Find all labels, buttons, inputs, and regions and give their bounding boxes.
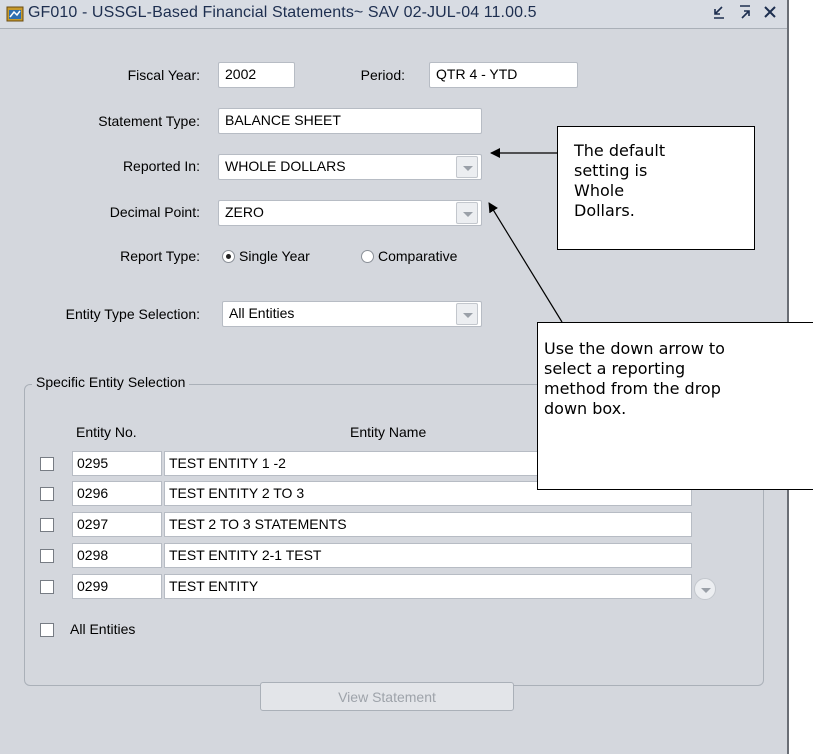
view-statement-button[interactable]: View Statement [260, 682, 514, 711]
entity-type-label: Entity Type Selection: [65, 306, 200, 322]
down-arrow-callout: Use the down arrow to select a reporting… [537, 322, 813, 490]
fiscal-year-field[interactable]: 2002 [218, 62, 295, 88]
table-row: 0297 TEST 2 TO 3 STATEMENTS [40, 512, 740, 538]
period-label: Period: [360, 67, 405, 83]
entity-no-cell[interactable]: 0298 [72, 543, 162, 568]
reported-in-dropdown-icon[interactable] [456, 156, 478, 178]
row-checkbox[interactable] [40, 580, 54, 594]
maximize-icon[interactable] [737, 3, 753, 27]
report-type-label: Report Type: [120, 248, 200, 264]
decimal-point-dropdown-icon[interactable] [456, 202, 478, 224]
close-icon[interactable] [762, 3, 778, 27]
entity-no-column-header: Entity No. [76, 424, 137, 440]
all-entities-checkbox[interactable] [40, 623, 54, 637]
period-field[interactable]: QTR 4 - YTD [429, 62, 578, 88]
entity-type-dropdown-icon[interactable] [456, 303, 478, 325]
comparative-radio[interactable] [361, 250, 374, 263]
row-checkbox[interactable] [40, 549, 54, 563]
entity-no-cell[interactable]: 0295 [72, 451, 162, 476]
entity-no-cell[interactable]: 0297 [72, 512, 162, 537]
title-bar: GF010 - USSGL-Based Financial Statements… [0, 0, 787, 29]
default-setting-callout: The default setting is Whole Dollars. [557, 126, 755, 250]
reported-in-select[interactable]: WHOLE DOLLARS [218, 154, 482, 180]
statement-type-field[interactable]: BALANCE SHEET [218, 108, 482, 134]
comparative-label: Comparative [378, 248, 458, 264]
window-title: GF010 - USSGL-Based Financial Statements… [28, 4, 537, 21]
specific-entity-group-title: Specific Entity Selection [32, 374, 190, 390]
scroll-down-icon[interactable] [694, 578, 716, 600]
entity-no-cell[interactable]: 0296 [72, 481, 162, 506]
decimal-point-select[interactable]: ZERO [218, 200, 482, 226]
app-icon [6, 6, 24, 22]
decimal-point-label: Decimal Point: [109, 204, 200, 220]
default-setting-callout-text: The default setting is Whole Dollars. [574, 141, 666, 220]
entity-no-cell[interactable]: 0299 [72, 574, 162, 599]
single-year-label: Single Year [239, 248, 310, 264]
row-checkbox[interactable] [40, 487, 54, 501]
table-row: 0299 TEST ENTITY [40, 574, 740, 600]
single-year-radio[interactable] [222, 250, 235, 263]
all-entities-label: All Entities [70, 621, 136, 637]
entity-name-cell[interactable]: TEST ENTITY [164, 574, 692, 599]
down-arrow-callout-text: Use the down arrow to select a reporting… [544, 339, 725, 418]
minimize-icon[interactable] [711, 3, 727, 27]
entity-name-cell[interactable]: TEST ENTITY 2-1 TEST [164, 543, 692, 568]
row-checkbox[interactable] [40, 518, 54, 532]
row-checkbox[interactable] [40, 457, 54, 471]
reported-in-label: Reported In: [122, 158, 200, 174]
statement-type-label: Statement Type: [98, 113, 200, 129]
entity-name-cell[interactable]: TEST 2 TO 3 STATEMENTS [164, 512, 692, 537]
entity-name-column-header: Entity Name [350, 424, 427, 440]
table-row: 0298 TEST ENTITY 2-1 TEST [40, 543, 740, 569]
entity-type-select[interactable]: All Entities [222, 301, 482, 327]
fiscal-year-label: Fiscal Year: [127, 67, 200, 83]
